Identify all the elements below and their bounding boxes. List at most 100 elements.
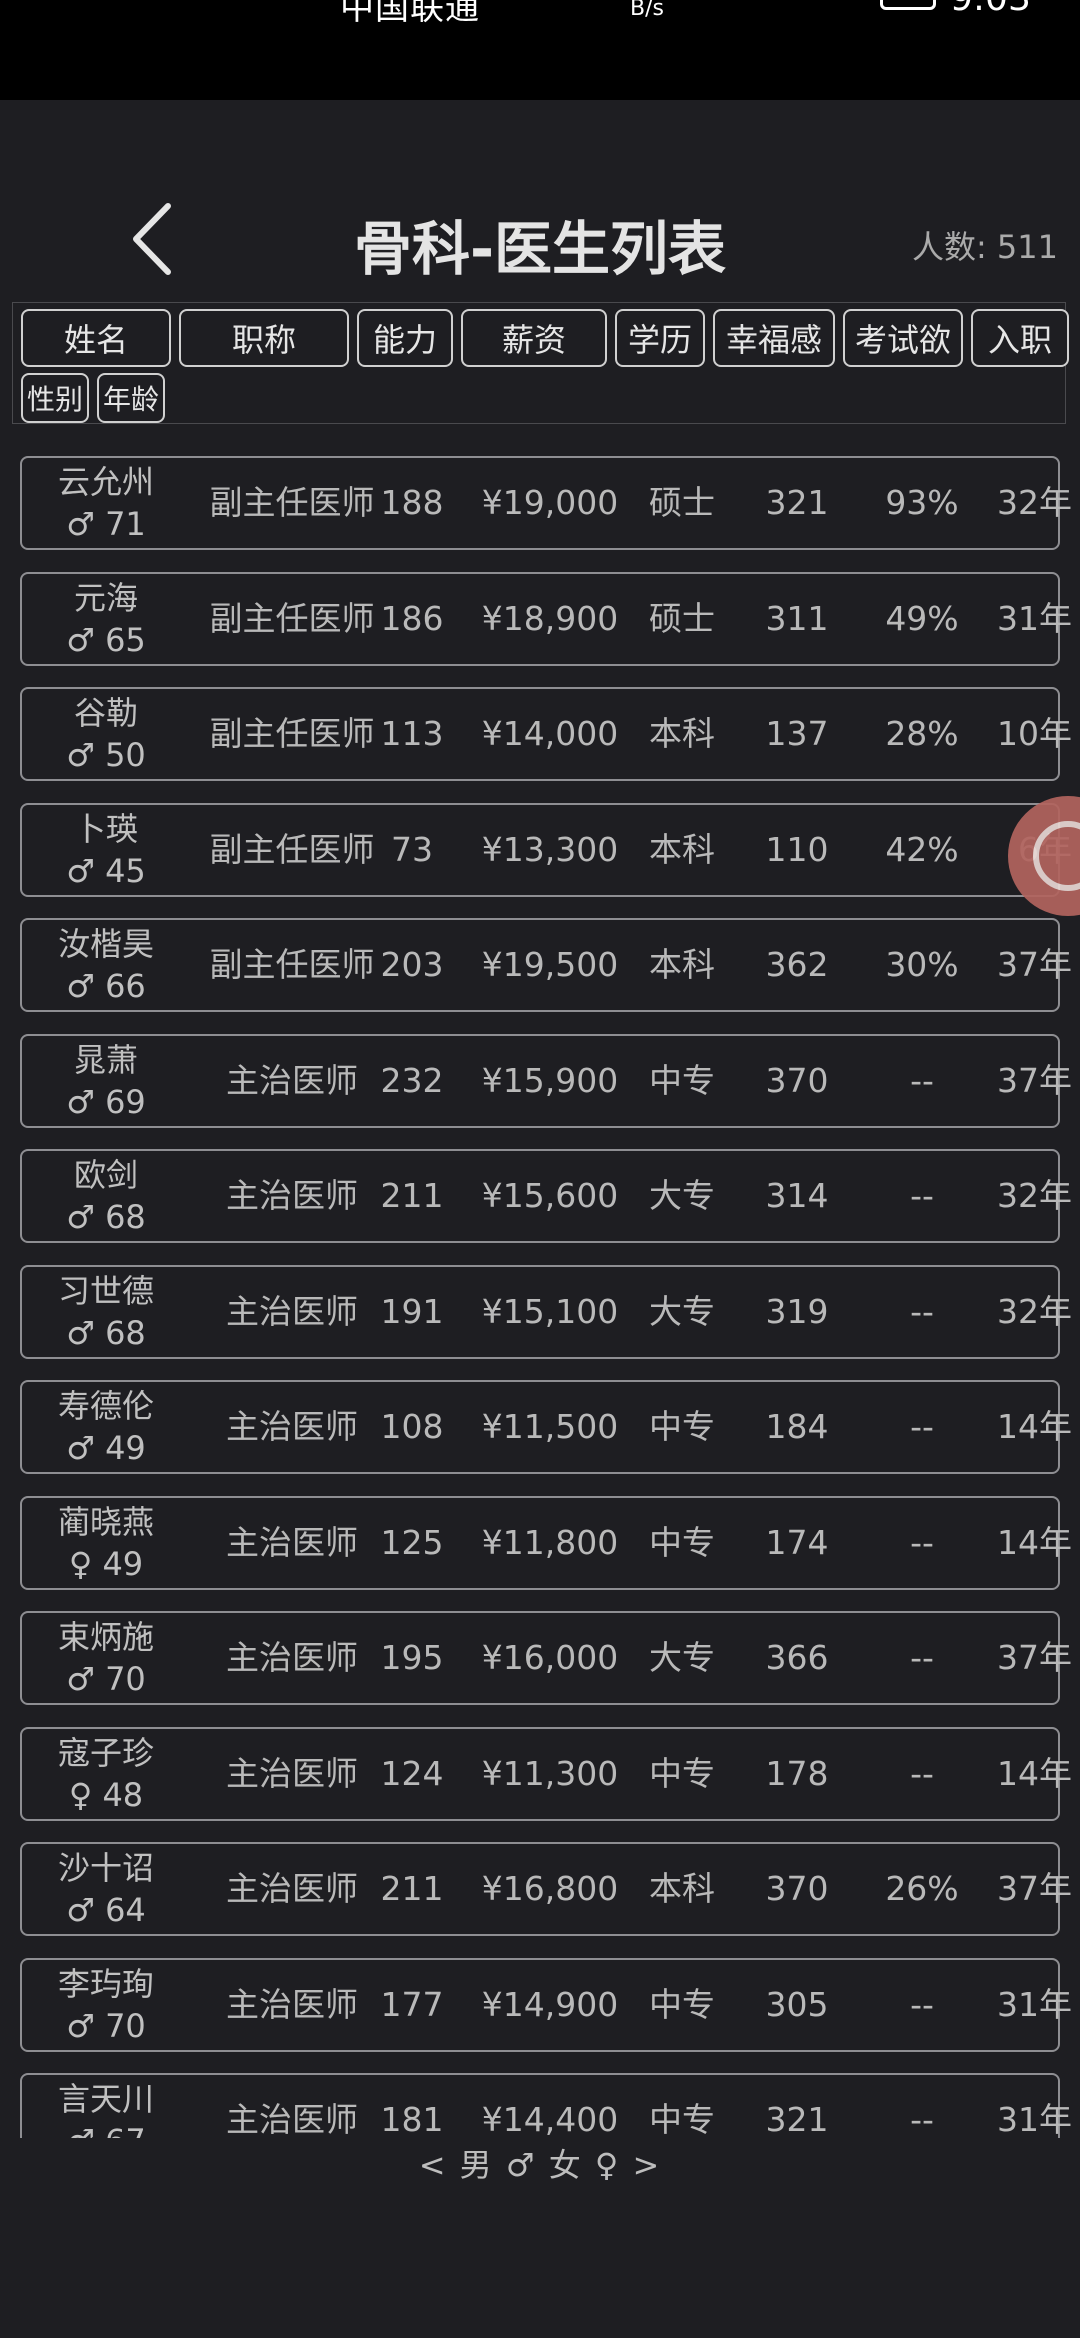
doctor-identity: 云允州 ♂ 71 [22,458,190,548]
doctor-row[interactable]: 谷勒 ♂ 50 副主任医师 113 ¥14,000 本科 137 28% 10年 [20,687,1072,781]
doctor-salary: ¥15,900 [481,1060,619,1100]
doctor-identity: 寿德伦 ♂ 49 [22,1382,190,1472]
sort-name-button[interactable]: 姓名 [21,309,171,367]
gender-filter-toggle[interactable]: < 男 ♂ 女 ♀ > [0,2140,1080,2186]
doctor-name: 习世德 [57,1271,154,1310]
doctor-row[interactable]: 汝楷昊 ♂ 66 副主任医师 203 ¥19,500 本科 362 30% 37年 [20,918,1072,1012]
doctor-identity: 欧剑 ♂ 68 [22,1151,190,1241]
doctor-title: 主治医师 [226,2100,358,2138]
doctor-ability: 203 [380,945,444,984]
doctor-title: 副主任医师 [209,945,375,984]
doctor-name: 元海 [73,578,138,617]
doctor-identity: 汝楷昊 ♂ 66 [22,920,190,1010]
doctor-row[interactable]: 李玙珣 ♂ 70 主治医师 177 ¥14,900 中专 305 -- 31年 [20,1957,1072,2052]
doctor-gender-age: ♂ 70 [66,2006,146,2045]
doctor-exam-desire: -- [910,2100,934,2138]
doctor-title: 副主任医师 [209,598,375,638]
doctor-exam-desire: -- [910,1291,934,1331]
doctor-ability: 232 [380,1060,444,1100]
doctor-education: 大专 [649,1638,715,1677]
doctor-exam-desire: -- [910,1753,934,1793]
sort-age-button[interactable]: 年龄 [97,373,165,423]
doctor-exam-desire: 30% [885,945,959,984]
doctor-tenure: 37年 [997,945,1072,984]
doctor-education: 中专 [649,2100,715,2138]
doctor-row[interactable]: 沙十诏 ♂ 64 主治医师 211 ¥16,800 本科 370 26% 37年 [20,1842,1072,1936]
net-speed: B/s [630,0,664,21]
doctor-row[interactable]: 卜瑛♂ 45副主任医师73¥13,300本科11042%6年 [20,802,1072,897]
doctor-tenure: 31年 [997,1984,1072,2024]
doctor-identity: 卜瑛 ♂ 45 [22,805,190,895]
sort-ability-button[interactable]: 能力 [357,309,453,367]
doctor-salary: ¥14,400 [481,2100,619,2138]
doctor-exam-desire: -- [910,1407,934,1446]
floating-assistant-ring [1033,821,1080,891]
doctor-happiness: 370 [765,1869,829,1908]
doctor-title: 主治医师 [226,1753,358,1793]
sort-salary-button[interactable]: 薪资 [461,309,607,367]
doctor-happiness: 184 [765,1407,829,1446]
doctor-title: 副主任医师 [209,714,375,753]
doctor-row[interactable]: 蔺晓燕 ♀ 49 主治医师 125 ¥11,800 中专 174 -- 14年 [20,1495,1072,1590]
doctor-ability: 177 [380,1984,444,2024]
doctor-name: 沙十诏 [57,1849,154,1887]
doctor-education: 中专 [649,1407,715,1446]
doctor-exam-desire: 49% [885,598,959,638]
doctor-row[interactable]: 云允州 ♂ 71 副主任医师 188 ¥19,000 硕士 321 93% 32年 [20,456,1072,550]
doctor-name: 言天川 [57,2080,154,2118]
doctor-name: 晁萧 [73,1040,138,1079]
sort-tenure-button[interactable]: 入职 [971,309,1069,367]
doctor-ability: 113 [380,714,444,753]
doctor-gender-age: ♂ 45 [66,851,146,890]
doctor-row[interactable]: 元海 ♂ 65 副主任医师 186 ¥18,900 硕士 311 49% 31年 [20,571,1072,666]
page-header: 骨科-医生列表 人数: 511 [0,180,1080,300]
doctor-exam-desire: -- [910,1522,934,1562]
clock: 9:03 [950,0,1031,19]
doctor-tenure: 14年 [997,1522,1072,1562]
doctor-row[interactable]: 习世德 ♂ 68 主治医师 191 ¥15,100 大专 319 -- 32年 [20,1264,1072,1359]
doctor-education: 大专 [649,1291,715,1331]
doctor-salary: ¥16,000 [481,1638,619,1677]
doctor-row[interactable]: 束炳施 ♂ 70 主治医师 195 ¥16,000 大专 366 -- 37年 [20,1611,1072,1705]
doctor-title: 主治医师 [226,1060,358,1100]
doctor-happiness: 370 [765,1060,829,1100]
doctor-row[interactable]: 欧剑 ♂ 68 主治医师 211 ¥15,600 大专 314 -- 32年 [20,1149,1072,1243]
sort-gender-button[interactable]: 性别 [21,373,89,423]
doctor-education: 中专 [649,1522,715,1562]
doctor-tenure: 14年 [997,1753,1072,1793]
doctor-gender-age: ♂ 49 [66,1429,146,1467]
doctor-name: 束炳施 [57,1618,154,1656]
sort-education-button[interactable]: 学历 [615,309,705,367]
doctor-identity: 元海 ♂ 65 [22,574,190,664]
doctor-education: 大专 [649,1176,715,1215]
doctor-tenure: 32年 [997,483,1072,522]
doctor-tenure: 37年 [997,1638,1072,1677]
doctor-salary: ¥19,500 [481,945,619,984]
doctor-row[interactable]: 寇子珍 ♀ 48 主治医师 124 ¥11,300 中专 178 -- 14年 [20,1726,1072,1821]
doctor-education: 本科 [649,714,715,753]
doctor-ability: 181 [380,2100,444,2138]
doctor-education: 本科 [649,945,715,984]
doctor-education: 中专 [649,1060,715,1100]
doctor-tenure: 14年 [997,1407,1072,1446]
doctor-row[interactable]: 言天川 ♂ 67 主治医师 181 ¥14,400 中专 321 -- 31年 [20,2073,1072,2138]
doctor-gender-age: ♂ 68 [66,1313,146,1352]
doctor-row[interactable]: 寿德伦 ♂ 49 主治医师 108 ¥11,500 中专 184 -- 14年 [20,1380,1072,1474]
doctor-happiness: 110 [765,829,829,869]
doctor-list[interactable]: 云允州 ♂ 71 副主任医师 188 ¥19,000 硕士 321 93% 32年元海 ♂ 65 副… [0,440,1080,2138]
doctor-gender-age: ♂ 50 [66,736,146,774]
doctor-education: 本科 [649,829,715,869]
doctor-row[interactable]: 晁萧 ♂ 69 主治医师 232 ¥15,900 中专 370 -- 37年 [20,1033,1072,1128]
doctor-identity: 晁萧 ♂ 69 [22,1036,190,1126]
doctor-identity: 束炳施 ♂ 70 [22,1613,190,1703]
doctor-happiness: 319 [765,1291,829,1331]
sort-exam-desire-button[interactable]: 考试欲 [843,309,963,367]
doctor-ability: 211 [380,1869,444,1908]
doctor-ability: 124 [380,1753,444,1793]
sort-happiness-button[interactable]: 幸福感 [713,309,835,367]
doctor-exam-desire: 28% [885,714,959,753]
doctor-gender-age: ♂ 67 [22,2121,190,2138]
doctor-gender-age: ♂ 66 [66,967,146,1005]
doctor-title: 主治医师 [226,1176,358,1215]
sort-title-button[interactable]: 职称 [179,309,349,367]
